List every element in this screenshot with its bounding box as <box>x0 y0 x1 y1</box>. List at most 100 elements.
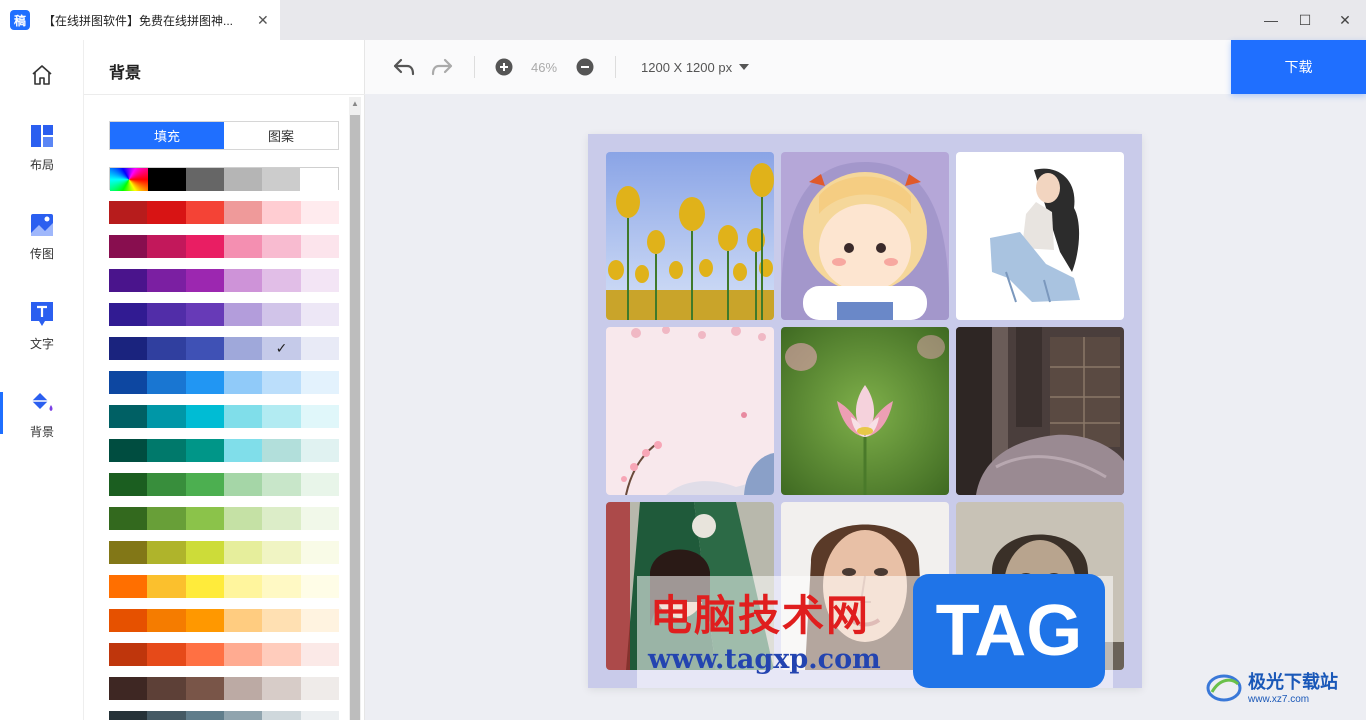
color-swatch[interactable] <box>109 575 148 598</box>
color-swatch[interactable] <box>109 643 148 666</box>
color-swatch[interactable] <box>262 541 301 564</box>
color-swatch[interactable] <box>185 371 224 394</box>
color-picker-swatch[interactable] <box>110 168 148 191</box>
color-swatch[interactable] <box>147 507 186 530</box>
color-swatch[interactable] <box>300 235 339 258</box>
color-swatch[interactable] <box>262 609 301 632</box>
color-swatch[interactable] <box>185 711 224 720</box>
color-swatch[interactable] <box>109 439 148 462</box>
color-swatch[interactable] <box>185 541 224 564</box>
nav-text[interactable]: 文字 <box>0 291 84 361</box>
color-swatch[interactable] <box>185 609 224 632</box>
color-swatch[interactable] <box>300 473 339 496</box>
color-swatch[interactable] <box>262 269 301 292</box>
color-swatch[interactable] <box>185 507 224 530</box>
panel-scrollbar[interactable]: ▲ <box>349 97 361 720</box>
color-swatch[interactable] <box>147 439 186 462</box>
color-swatch[interactable] <box>262 168 300 191</box>
color-swatch[interactable] <box>147 575 186 598</box>
color-swatch[interactable] <box>147 337 186 360</box>
color-swatch[interactable] <box>262 575 301 598</box>
color-swatch[interactable] <box>109 337 148 360</box>
color-swatch[interactable] <box>262 677 301 700</box>
color-swatch[interactable] <box>147 269 186 292</box>
nav-upload[interactable]: 传图 <box>0 202 84 272</box>
color-swatch[interactable] <box>147 541 186 564</box>
color-swatch[interactable] <box>300 711 339 720</box>
color-swatch[interactable] <box>300 337 339 360</box>
color-swatch[interactable] <box>109 677 148 700</box>
color-swatch[interactable] <box>262 303 301 326</box>
color-swatch[interactable] <box>223 473 263 496</box>
close-button[interactable]: ✕ <box>1322 0 1366 40</box>
color-swatch[interactable] <box>109 371 148 394</box>
color-swatch[interactable] <box>185 575 224 598</box>
color-swatch[interactable] <box>186 168 224 191</box>
scroll-up-arrow-icon[interactable]: ▲ <box>351 99 359 108</box>
color-swatch[interactable] <box>300 507 339 530</box>
color-swatch[interactable] <box>185 677 224 700</box>
color-swatch[interactable] <box>300 609 339 632</box>
color-swatch[interactable] <box>262 405 301 428</box>
color-swatch[interactable] <box>300 575 339 598</box>
color-swatch[interactable] <box>185 201 224 224</box>
tab-close-icon[interactable]: ✕ <box>257 12 269 29</box>
color-swatch[interactable] <box>185 303 224 326</box>
color-swatch[interactable] <box>109 269 148 292</box>
color-swatch[interactable] <box>147 201 186 224</box>
color-swatch[interactable] <box>109 541 148 564</box>
color-swatch[interactable] <box>223 541 263 564</box>
color-swatch[interactable] <box>147 303 186 326</box>
color-swatch[interactable] <box>262 507 301 530</box>
color-swatch[interactable] <box>223 269 263 292</box>
color-swatch[interactable] <box>223 711 263 720</box>
color-swatch[interactable] <box>262 473 301 496</box>
color-swatch[interactable] <box>262 371 301 394</box>
color-swatch[interactable] <box>185 643 224 666</box>
nav-layout[interactable]: 布局 <box>0 113 84 183</box>
color-swatch[interactable] <box>262 201 301 224</box>
collage-cell-sketch[interactable] <box>956 152 1124 320</box>
color-swatch[interactable] <box>224 168 262 191</box>
color-swatch[interactable] <box>147 405 186 428</box>
collage-cell-bedroom[interactable] <box>956 327 1124 495</box>
collage-cell-lotus[interactable] <box>781 327 949 495</box>
color-swatch[interactable] <box>300 269 339 292</box>
color-swatch[interactable] <box>262 235 301 258</box>
color-swatch[interactable] <box>300 201 339 224</box>
color-swatch[interactable] <box>185 439 224 462</box>
color-swatch[interactable] <box>185 269 224 292</box>
undo-icon[interactable] <box>393 40 415 94</box>
redo-icon[interactable] <box>431 40 453 94</box>
color-swatch[interactable] <box>223 575 263 598</box>
tab-pattern[interactable]: 图案 <box>224 122 338 149</box>
color-swatch[interactable] <box>109 609 148 632</box>
color-swatch[interactable] <box>223 337 263 360</box>
color-swatch[interactable] <box>109 235 148 258</box>
color-swatch[interactable] <box>223 507 263 530</box>
nav-home[interactable] <box>0 40 84 110</box>
nav-background[interactable]: 背景 <box>0 380 84 450</box>
color-swatch[interactable] <box>262 439 301 462</box>
zoom-out-icon[interactable] <box>576 40 594 94</box>
collage-cell-tulips[interactable] <box>606 152 774 320</box>
color-swatch[interactable] <box>223 371 263 394</box>
color-swatch[interactable] <box>185 235 224 258</box>
color-swatch[interactable] <box>223 201 263 224</box>
color-swatch[interactable] <box>109 473 148 496</box>
color-swatch[interactable] <box>185 473 224 496</box>
zoom-in-icon[interactable] <box>495 40 513 94</box>
color-swatch[interactable] <box>300 303 339 326</box>
color-swatch[interactable] <box>223 439 263 462</box>
color-swatch[interactable] <box>223 235 263 258</box>
color-swatch[interactable] <box>109 711 148 720</box>
download-button[interactable]: 下载 <box>1231 40 1366 94</box>
color-swatch[interactable] <box>109 405 148 428</box>
color-swatch[interactable] <box>185 405 224 428</box>
color-swatch[interactable] <box>300 168 338 191</box>
color-swatch[interactable] <box>300 643 339 666</box>
color-swatch[interactable] <box>185 337 224 360</box>
color-swatch[interactable] <box>300 371 339 394</box>
color-swatch[interactable] <box>147 609 186 632</box>
color-swatch[interactable] <box>300 541 339 564</box>
